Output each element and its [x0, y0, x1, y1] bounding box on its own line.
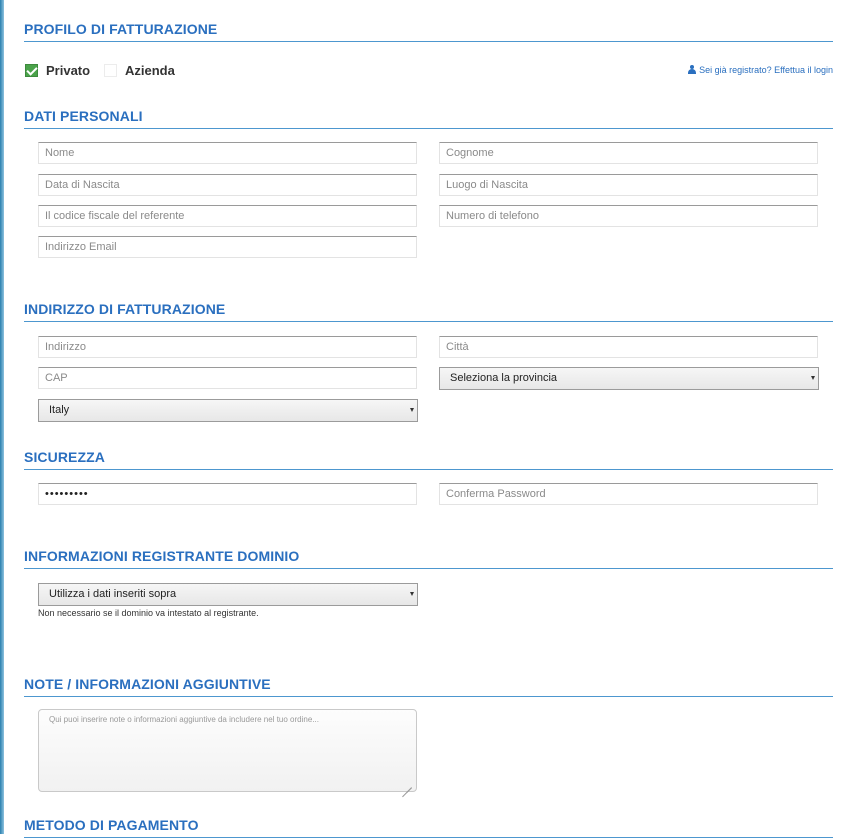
birth-date-input[interactable]: Data di Nascita [38, 174, 417, 196]
province-select-value: Seleziona la provincia [450, 372, 558, 384]
section-title-payment: METODO DI PAGAMENTO [24, 817, 833, 838]
first-name-input[interactable]: Nome [38, 142, 417, 164]
section-title-domain-registrant: INFORMAZIONI REGISTRANTE DOMINIO [24, 548, 833, 569]
section-title-billing-profile: PROFILO DI FATTURAZIONE [24, 21, 833, 42]
chevron-down-icon [410, 408, 414, 412]
country-select[interactable]: Italy [38, 399, 418, 422]
province-select[interactable]: Seleziona la provincia [439, 367, 819, 390]
registrant-select-value: Utilizza i dati inseriti sopra [49, 588, 177, 600]
birth-place-input[interactable]: Luogo di Nascita [439, 174, 818, 196]
registrant-help-text: Non necessario se il dominio va intestat… [38, 608, 259, 618]
last-name-input[interactable]: Cognome [439, 142, 818, 164]
chevron-down-icon [410, 592, 414, 596]
city-input[interactable]: Città [439, 336, 818, 358]
left-edge-strip [0, 0, 4, 834]
chevron-down-icon [811, 376, 815, 380]
company-checkbox[interactable] [104, 64, 117, 77]
private-label: Privato [46, 63, 91, 78]
registrant-select[interactable]: Utilizza i dati inseriti sopra [38, 583, 418, 606]
notes-placeholder: Qui puoi inserire note o informazioni ag… [49, 715, 319, 724]
login-link-text: Sei già registrato? Effettua il login [699, 65, 833, 75]
country-select-value: Italy [49, 404, 70, 416]
confirm-password-input[interactable]: Conferma Password [439, 483, 818, 505]
email-input[interactable]: Indirizzo Email [38, 236, 417, 258]
zip-input[interactable]: CAP [38, 367, 417, 389]
section-title-security: SICUREZZA [24, 449, 833, 470]
resize-grip-icon[interactable] [402, 778, 412, 788]
password-input[interactable]: ••••••••• [38, 483, 417, 505]
login-link[interactable]: Sei già registrato? Effettua il login [688, 65, 833, 75]
phone-input[interactable]: Numero di telefono [439, 205, 818, 227]
section-title-personal-data: DATI PERSONALI [24, 108, 833, 129]
user-icon [688, 65, 697, 74]
section-title-notes: NOTE / INFORMAZIONI AGGIUNTIVE [24, 676, 833, 697]
private-checkbox[interactable] [25, 64, 38, 77]
notes-textarea[interactable]: Qui puoi inserire note o informazioni ag… [38, 709, 417, 792]
tax-code-input[interactable]: Il codice fiscale del referente [38, 205, 417, 227]
street-input[interactable]: Indirizzo [38, 336, 417, 358]
company-label: Azienda [125, 63, 175, 78]
section-title-billing-address: INDIRIZZO DI FATTURAZIONE [24, 301, 833, 322]
